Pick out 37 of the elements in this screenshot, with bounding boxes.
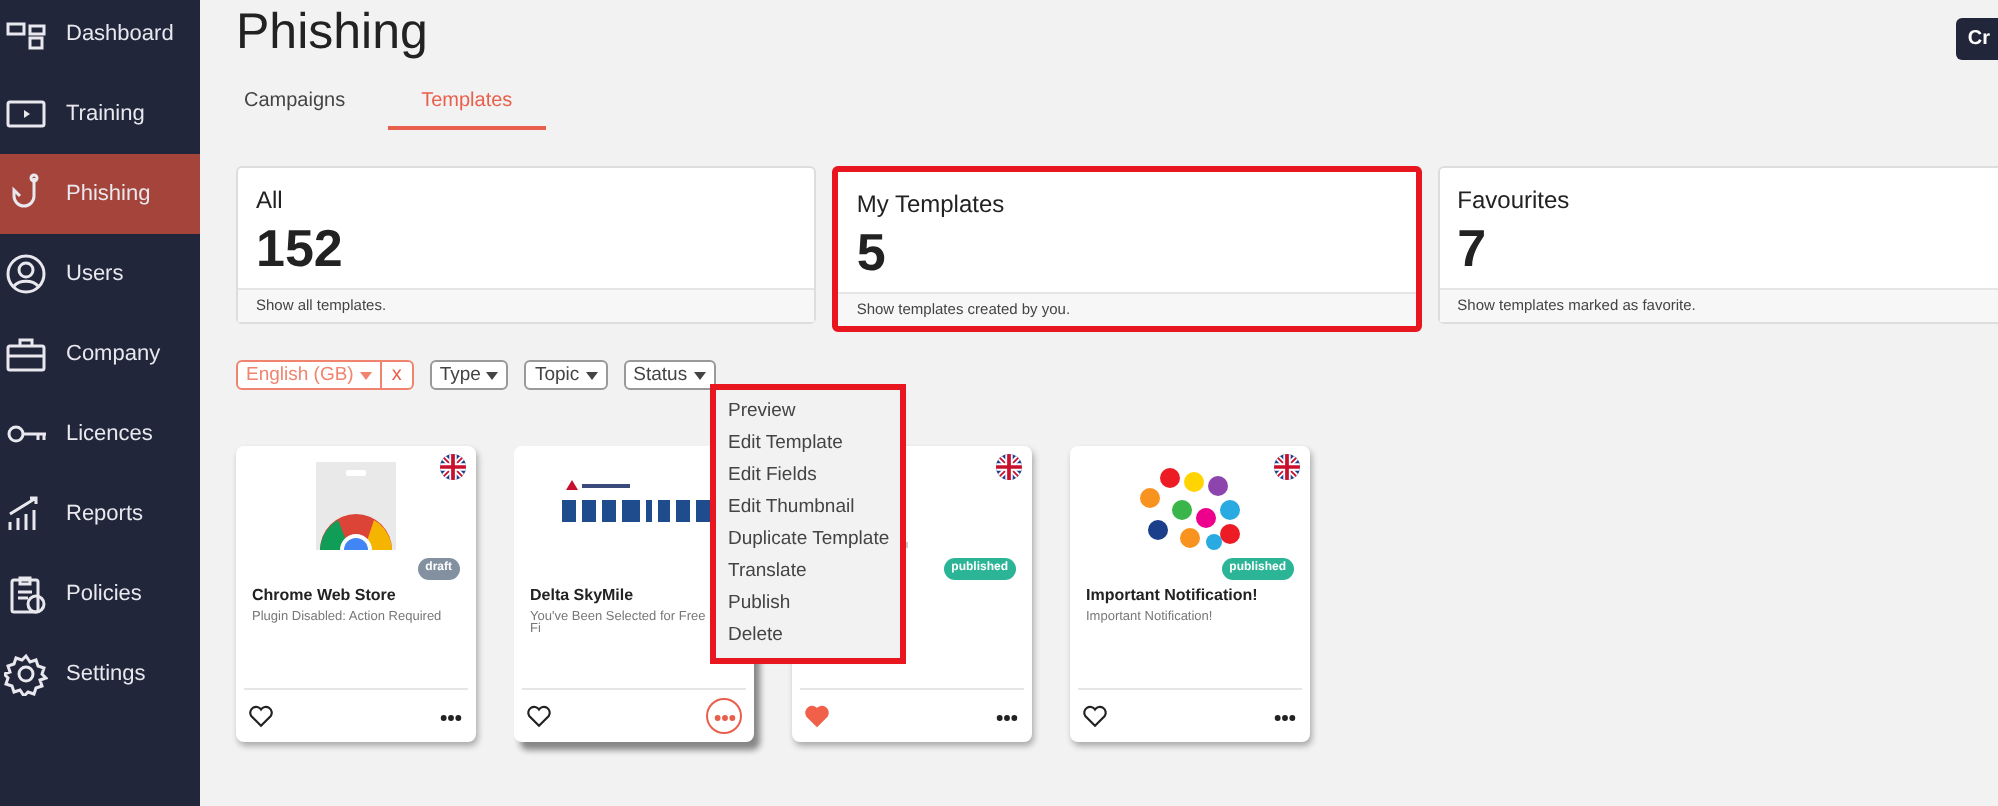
heart-icon[interactable] [1082, 704, 1108, 728]
more-icon [439, 714, 461, 722]
caret-icon [585, 371, 598, 379]
template-title: Important Notification! [1086, 586, 1260, 604]
sidebar-item[interactable]: Reports [0, 474, 200, 554]
stat-label: All [256, 186, 285, 214]
filter-dropdown[interactable]: Type [429, 360, 509, 390]
sidebar-item[interactable]: Training [0, 74, 200, 154]
stat-label: My Templates [856, 190, 1007, 218]
sidebar-item[interactable]: Settings [0, 634, 200, 714]
more-icon [995, 714, 1017, 722]
caret-icon [693, 371, 706, 379]
stat-value: 5 [856, 222, 888, 284]
sidebar-item[interactable]: Licences [0, 394, 200, 474]
more-icon [713, 714, 735, 722]
sidebar-item[interactable]: Dashboard [0, 0, 200, 74]
sidebar-item[interactable]: Company [0, 314, 200, 394]
template-title: Chrome Web Store [252, 586, 398, 604]
stat-label: Favourites [1457, 186, 1572, 214]
heart-icon[interactable] [248, 704, 274, 728]
caret-icon [359, 371, 372, 379]
tab[interactable]: Campaigns [236, 82, 378, 130]
sidebar-item[interactable]: Policies [0, 554, 200, 634]
sidebar-item[interactable]: Phishing [0, 154, 200, 234]
user-icon [4, 252, 48, 296]
heart-icon[interactable] [526, 704, 552, 728]
sidebar-item[interactable]: Users [0, 234, 200, 314]
caret-icon [486, 371, 499, 379]
more-icon [1273, 714, 1295, 722]
filter-dropdown[interactable]: Status [623, 360, 716, 390]
stat-value: 152 [256, 218, 345, 280]
page-title: Phishing [236, 4, 428, 62]
stat-value: 7 [1457, 218, 1489, 280]
menu-item[interactable]: Preview [716, 396, 900, 428]
settings-icon [4, 652, 48, 696]
create-button[interactable]: Cr [1955, 18, 1998, 60]
filter-dropdown[interactable]: Topic [524, 360, 608, 390]
